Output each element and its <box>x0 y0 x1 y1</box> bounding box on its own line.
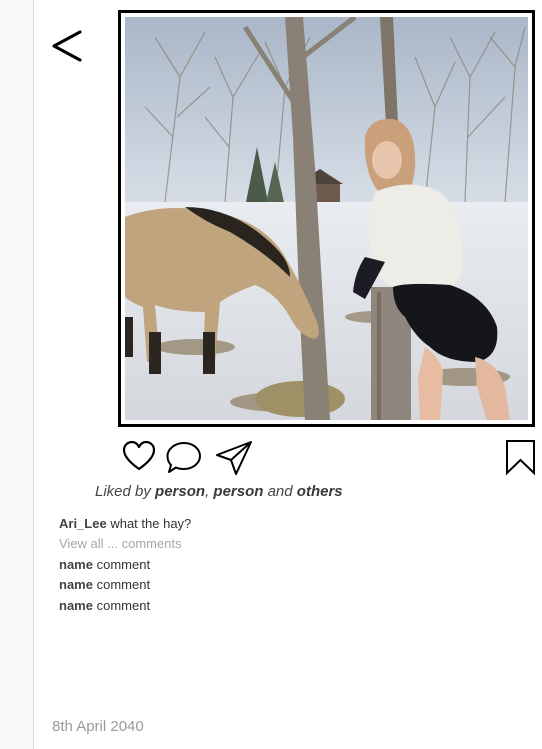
comment-text: comment <box>96 597 151 613</box>
like-button[interactable] <box>122 440 156 474</box>
post-image-illustration <box>125 17 528 420</box>
comment-username[interactable]: name <box>59 598 93 613</box>
liked-by-prefix: Liked by <box>95 483 151 500</box>
bookmark-icon <box>506 440 535 476</box>
view-all-comments-link[interactable]: View all ... comments <box>59 534 191 554</box>
liked-by-user-2[interactable]: person <box>213 483 263 500</box>
left-sidebar <box>0 0 34 749</box>
liked-by-user-1[interactable]: person <box>155 483 205 500</box>
caption-text: what the hay? <box>110 516 192 531</box>
post-image-frame <box>118 10 535 427</box>
share-button[interactable] <box>214 439 254 477</box>
comment-row: name comment <box>59 555 191 575</box>
caption-username[interactable]: Ari_Lee <box>59 516 107 531</box>
post-page: Liked by person, person and others Ari_L… <box>0 0 542 749</box>
speech-bubble-icon <box>166 442 201 473</box>
liked-by-conjunction: and <box>267 483 293 500</box>
heart-icon <box>122 440 156 471</box>
liked-by-others[interactable]: others <box>297 483 343 500</box>
comment-username[interactable]: name <box>59 577 93 592</box>
comment-row: name comment <box>59 596 191 616</box>
liked-by-text: Liked by person, person and others <box>95 483 343 500</box>
liked-by-separator: , <box>205 483 210 500</box>
comment-text: comment <box>96 577 151 593</box>
comment-text: comment <box>96 556 151 572</box>
back-button[interactable] <box>50 28 84 64</box>
paper-plane-icon <box>216 441 252 475</box>
caption-block: Ari_Lee what the hay? View all ... comme… <box>59 514 191 616</box>
post-date: 8th April 2040 <box>52 718 144 735</box>
comment-username[interactable]: name <box>59 557 93 572</box>
caption: Ari_Lee what the hay? <box>59 514 191 534</box>
chevron-left-icon <box>52 30 82 62</box>
post-image[interactable] <box>125 17 528 420</box>
comment-row: name comment <box>59 575 191 595</box>
save-button[interactable] <box>505 439 536 476</box>
comment-button[interactable] <box>165 440 203 476</box>
